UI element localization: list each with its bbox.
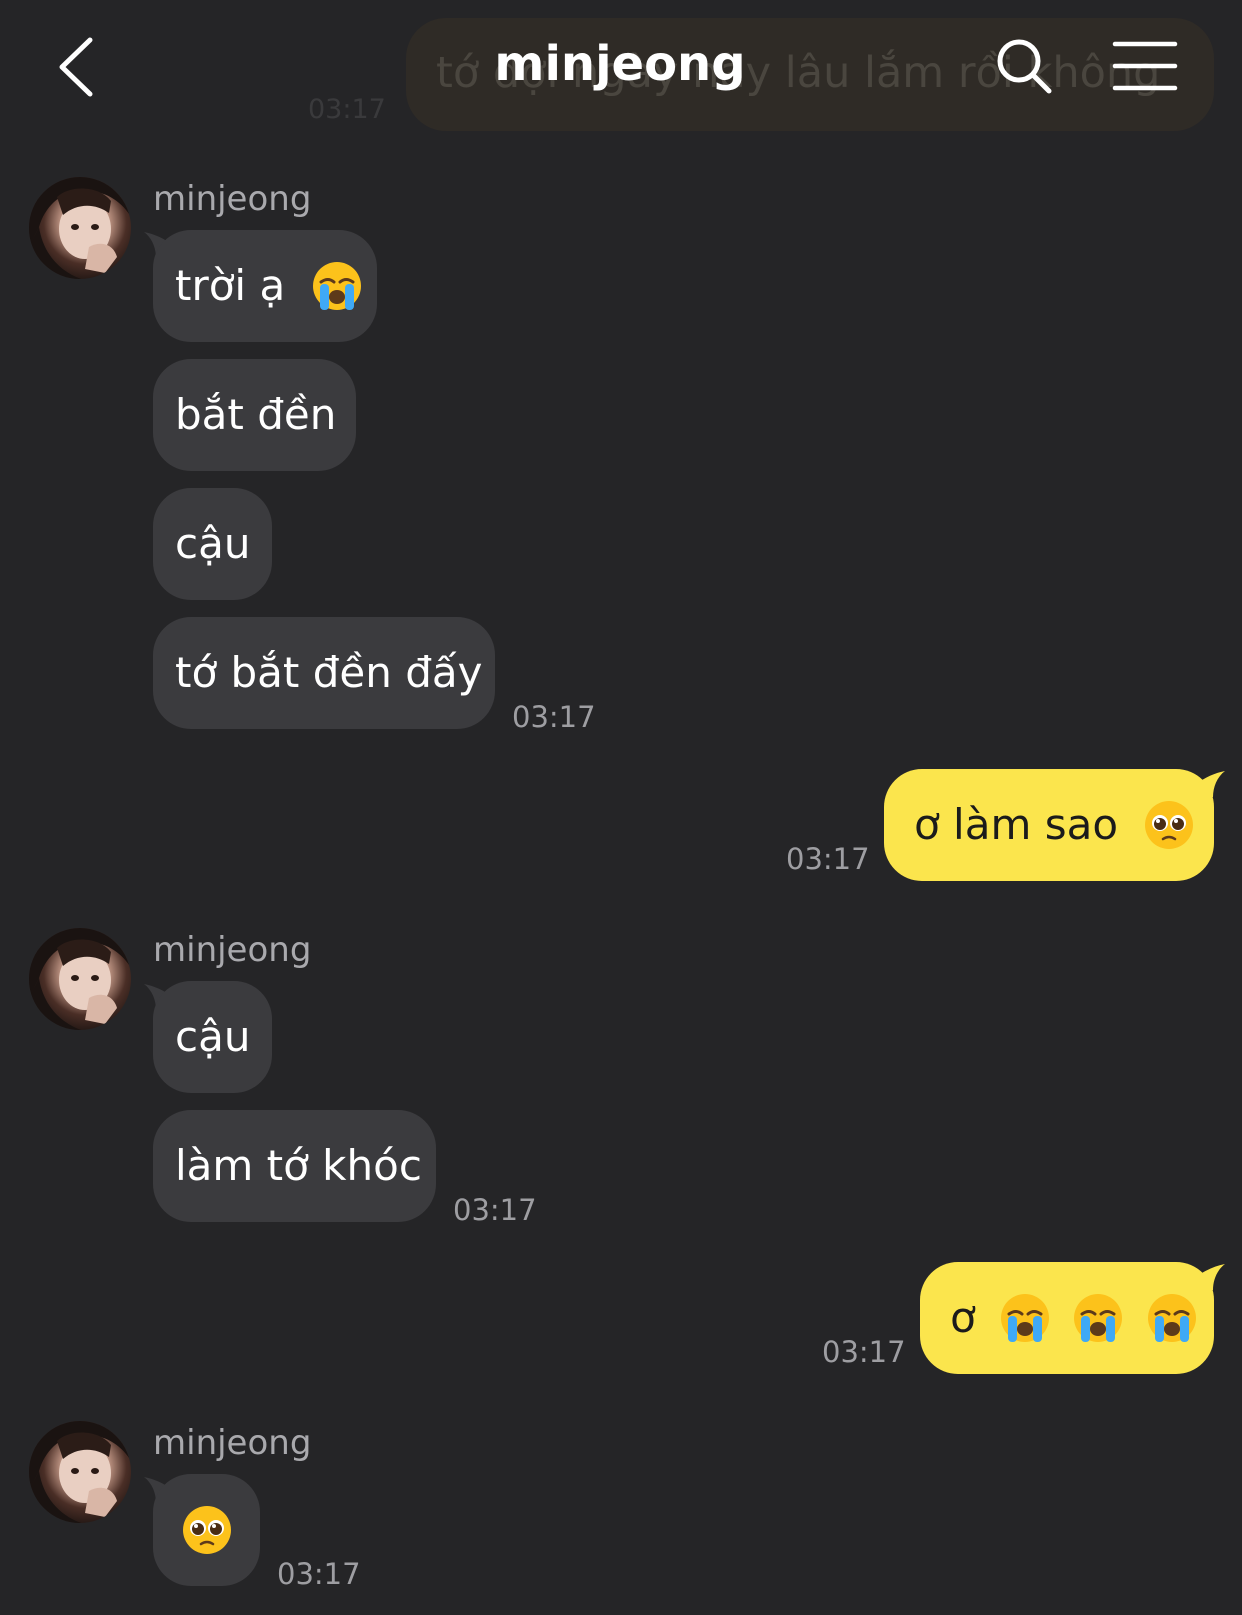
loudly-crying-face-emoji bbox=[312, 261, 361, 310]
bubble-tail bbox=[1195, 1264, 1225, 1290]
previous-message-time: 03:17 bbox=[308, 94, 386, 125]
message-bubble[interactable]: cậu bbox=[153, 981, 272, 1093]
menu-button[interactable] bbox=[1112, 40, 1178, 92]
loudly-crying-face-emoji bbox=[1147, 1293, 1196, 1342]
message-text: cậu bbox=[175, 519, 251, 568]
message-time: 03:17 bbox=[277, 1557, 361, 1591]
loudly-crying-face-emoji bbox=[1001, 1293, 1050, 1342]
profile-photo-icon bbox=[29, 928, 131, 1030]
message-text: trời ạ bbox=[175, 261, 286, 310]
search-button[interactable] bbox=[994, 36, 1054, 96]
pleading-face-emoji bbox=[182, 1505, 231, 1554]
message-bubble[interactable] bbox=[153, 1474, 260, 1586]
message-text: ơ bbox=[950, 1293, 976, 1342]
message-bubble[interactable]: tớ bắt đền đấy bbox=[153, 617, 495, 729]
message-time: 03:17 bbox=[822, 1335, 906, 1369]
sender-name: minjeong bbox=[153, 930, 312, 970]
message-text: làm tớ khóc bbox=[175, 1141, 422, 1190]
message-bubble[interactable]: bắt đền bbox=[153, 359, 356, 471]
message-text: cậu bbox=[175, 1012, 251, 1061]
back-button[interactable] bbox=[50, 30, 110, 104]
loudly-crying-face-emoji bbox=[1074, 1293, 1123, 1342]
search-icon bbox=[997, 39, 1052, 94]
hamburger-menu-icon bbox=[1112, 41, 1178, 91]
message-text: tớ bắt đền đấy bbox=[175, 648, 483, 697]
message-bubble-outgoing[interactable]: ơ bbox=[920, 1262, 1214, 1374]
profile-photo-icon bbox=[29, 1421, 131, 1523]
sender-name: minjeong bbox=[153, 179, 312, 219]
message-text: ơ làm sao bbox=[914, 800, 1119, 849]
message-bubble-outgoing[interactable]: ơ làm sao bbox=[884, 769, 1214, 881]
profile-photo-icon bbox=[29, 177, 131, 279]
avatar[interactable] bbox=[29, 177, 131, 279]
chevron-left-icon bbox=[59, 37, 93, 97]
pleading-face-emoji bbox=[1145, 800, 1194, 849]
bubble-tail bbox=[1195, 771, 1225, 797]
message-bubble[interactable]: trời ạ bbox=[153, 230, 377, 342]
message-text: bắt đền bbox=[175, 390, 337, 439]
message-time: 03:17 bbox=[786, 842, 870, 876]
message-bubble[interactable]: cậu bbox=[153, 488, 272, 600]
message-time: 03:17 bbox=[453, 1193, 537, 1227]
message-time: 03:17 bbox=[512, 700, 596, 734]
chat-title: minjeong bbox=[494, 36, 746, 92]
message-bubble[interactable]: làm tớ khóc bbox=[153, 1110, 436, 1222]
sender-name: minjeong bbox=[153, 1423, 312, 1463]
avatar[interactable] bbox=[29, 928, 131, 1030]
avatar[interactable] bbox=[29, 1421, 131, 1523]
